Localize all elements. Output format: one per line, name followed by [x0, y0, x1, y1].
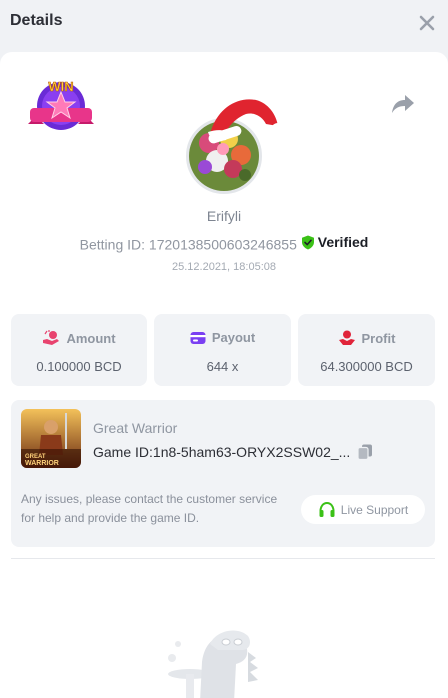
payout-label: Payout: [211, 330, 256, 345]
amount-card: Amount 0.100000 BCD: [11, 314, 147, 386]
verified-label: Verified: [317, 234, 369, 250]
headset-icon: [319, 501, 335, 517]
santa-hat-icon: [208, 99, 285, 144]
win-badge: WIN: [28, 79, 94, 130]
live-support-label: Live Support: [340, 502, 409, 517]
payout-value: 644 x: [206, 359, 239, 374]
betting-id-value: 1720138500603246855: [148, 236, 297, 253]
profit-card: Profit 64.300000 BCD: [298, 314, 435, 386]
payout-card: Payout 644 x: [154, 314, 291, 386]
amount-value: 0.100000 BCD: [36, 359, 122, 374]
profit-label: Profit: [361, 330, 396, 346]
amount-label: Amount: [66, 330, 116, 346]
profit-value: 64.300000 BCD: [320, 359, 413, 374]
game-name[interactable]: Great Warrior: [93, 420, 177, 436]
thumb-title-2: WARRIOR: [25, 460, 59, 467]
copy-icon[interactable]: [356, 443, 374, 461]
amount-hand-icon: [43, 330, 60, 345]
bet-timestamp: 25.12.2021, 18:05:08: [172, 261, 276, 273]
verified-shield-icon: [301, 235, 314, 249]
divider: [11, 558, 435, 559]
game-thumbnail[interactable]: GREAT WARRIOR: [21, 409, 81, 468]
support-message: Any issues, please contact the customer …: [21, 492, 278, 525]
great-warrior-image: GREAT WARRIOR: [21, 409, 81, 468]
share-icon[interactable]: [390, 92, 416, 116]
payout-card-icon: [190, 331, 206, 344]
game-id-label: Game ID:: [93, 444, 153, 460]
live-support-button[interactable]: Live Support: [301, 495, 425, 524]
dinosaur-mascot-image: [168, 630, 258, 698]
verified-badge: Verified: [301, 234, 369, 250]
game-id: Game ID: 1n8-5ham63-ORYX2SSW02_...: [93, 443, 374, 461]
game-card: GREAT WARRIOR Great Warrior Game ID: 1n8-…: [11, 400, 435, 547]
win-badge-text: WIN: [48, 79, 73, 94]
username: Erifyli: [206, 208, 242, 224]
close-icon[interactable]: [416, 12, 438, 34]
betting-id-line: Betting ID: 1720138500603246855 Verified: [0, 234, 448, 253]
header: Details: [0, 0, 448, 48]
profit-hand-icon: [338, 330, 355, 345]
betting-id-label: Betting ID:: [79, 236, 149, 253]
game-id-value: 1n8-5ham63-ORYX2SSW02_...: [152, 444, 351, 460]
page-title: Details: [10, 12, 63, 29]
